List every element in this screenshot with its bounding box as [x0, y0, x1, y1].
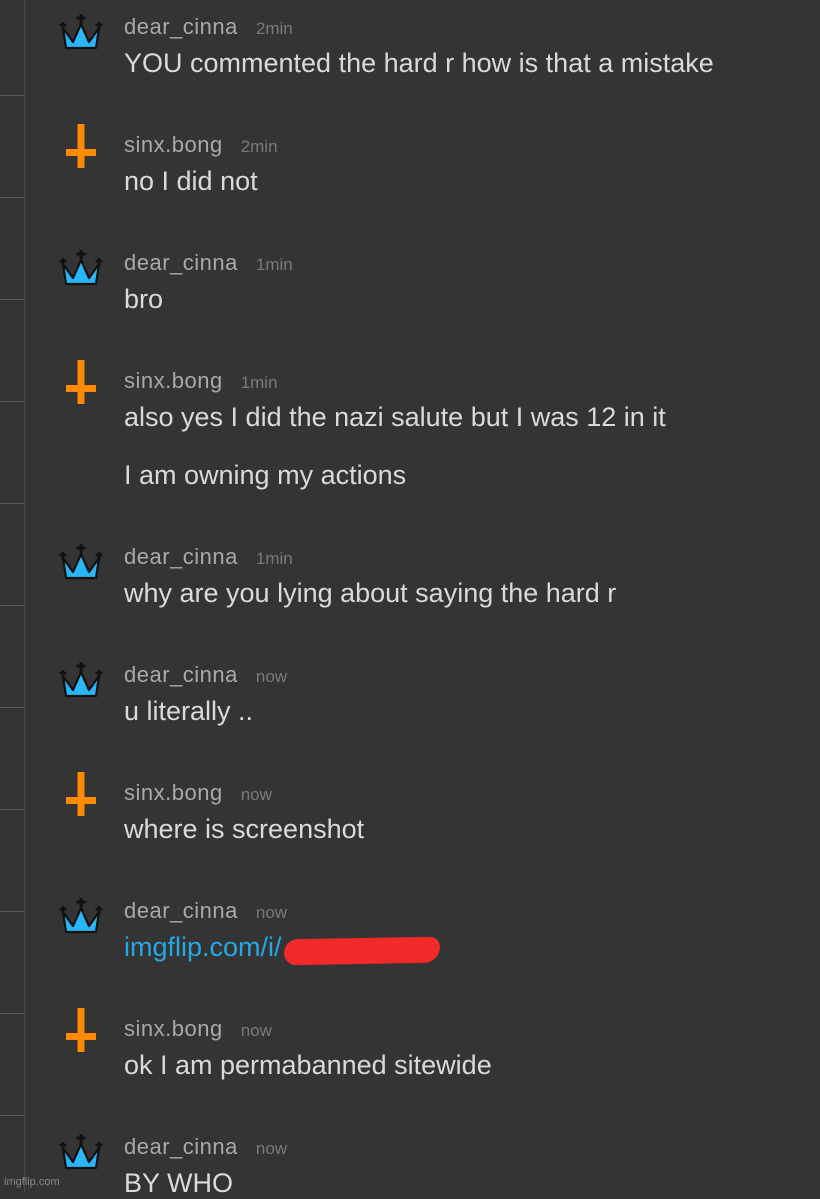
inverted-cross-icon[interactable] [56, 358, 106, 408]
timestamp: now [240, 785, 272, 804]
username[interactable]: sinx.bong [124, 132, 223, 157]
chat-thread: dear_cinna 2min YOU commented the hard r … [0, 0, 820, 1198]
timestamp: 2min [240, 137, 278, 156]
username[interactable]: sinx.bong [124, 780, 223, 805]
message-meta: dear_cinna now [124, 662, 287, 688]
message-text: I am owning my actions [124, 460, 407, 490]
message-meta: dear_cinna 1min [124, 250, 293, 276]
message-text: BY WHO [124, 1168, 234, 1198]
timestamp: 1min [255, 549, 293, 568]
message-text: bro [124, 284, 164, 314]
timestamp: now [240, 1021, 272, 1040]
message-meta: sinx.bong now [124, 1016, 272, 1042]
username[interactable]: dear_cinna [124, 1134, 238, 1159]
username[interactable]: dear_cinna [124, 898, 238, 923]
inverted-cross-icon[interactable] [56, 122, 106, 172]
crown-icon[interactable] [56, 652, 106, 702]
message-text: why are you lying about saying the hard … [124, 578, 617, 608]
inverted-cross-icon[interactable] [56, 1006, 106, 1056]
message-meta: sinx.bong 1min [124, 368, 278, 394]
inverted-cross-icon[interactable] [56, 770, 106, 820]
message-text: also yes I did the nazi salute but I was… [124, 402, 666, 432]
crown-icon[interactable] [56, 240, 106, 290]
timestamp: now [255, 903, 288, 922]
username[interactable]: sinx.bong [124, 1016, 223, 1041]
username[interactable]: dear_cinna [124, 662, 238, 687]
timestamp: now [255, 1139, 288, 1158]
crown-icon[interactable] [56, 4, 106, 54]
message-text: u literally .. [124, 696, 254, 726]
timestamp: 1min [240, 373, 278, 392]
username[interactable]: dear_cinna [124, 14, 238, 39]
message-meta: dear_cinna 2min [124, 14, 293, 40]
message-meta: sinx.bong now [124, 780, 272, 806]
username[interactable]: dear_cinna [124, 544, 238, 569]
watermark: imgflip.com [4, 1176, 60, 1188]
message-meta: dear_cinna now [124, 898, 287, 924]
username[interactable]: dear_cinna [124, 250, 238, 275]
redaction-mark [283, 936, 441, 966]
message-meta: dear_cinna 1min [124, 544, 293, 570]
crown-icon[interactable] [56, 888, 106, 938]
crown-icon[interactable] [56, 1124, 106, 1174]
message-text: ok I am permabanned sitewide [124, 1050, 492, 1080]
timestamp: 2min [255, 19, 293, 38]
message-meta: sinx.bong 2min [124, 132, 278, 158]
message-meta: dear_cinna now [124, 1134, 287, 1160]
message-text: no I did not [124, 166, 258, 196]
username[interactable]: sinx.bong [124, 368, 223, 393]
message-text: YOU commented the hard r how is that a m… [124, 48, 714, 78]
message-link[interactable]: imgflip.com/i/ [124, 932, 282, 963]
timestamp: 1min [255, 255, 293, 274]
crown-icon[interactable] [56, 534, 106, 584]
timestamp: now [255, 667, 288, 686]
message-text: where is screenshot [124, 814, 365, 844]
